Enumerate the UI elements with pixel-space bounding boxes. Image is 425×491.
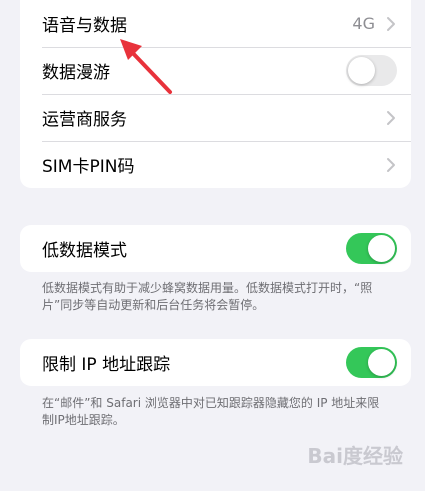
data-roaming-label: 数据漫游 <box>42 63 110 83</box>
red-arrow-annotation <box>120 39 172 94</box>
toggle-knob <box>368 235 395 262</box>
row-low-data-mode: 低数据模式 <box>20 225 411 272</box>
carrier-services-label: 运营商服务 <box>42 110 127 130</box>
data-roaming-toggle[interactable] <box>346 55 397 86</box>
sim-pin-label: SIM卡PIN码 <box>42 157 135 177</box>
row-voice-data[interactable]: 语音与数据 4G <box>20 0 411 47</box>
low-data-label: 低数据模式 <box>42 241 127 261</box>
row-limit-ip-tracking: 限制 IP 地址跟踪 <box>20 339 411 386</box>
low-data-toggle[interactable] <box>346 233 397 264</box>
voice-data-value: 4G <box>352 14 375 33</box>
chevron-right-icon <box>387 110 395 125</box>
low-data-group: 低数据模式 <box>20 225 411 272</box>
low-data-footnote: 低数据模式有助于减少蜂窝数据用量。低数据模式打开时，“照片”同步等自动更新和后台… <box>42 281 373 312</box>
ip-tracking-label: 限制 IP 地址跟踪 <box>42 355 171 375</box>
toggle-knob <box>368 349 395 376</box>
cellular-settings-group: 语音与数据 4G 数据漫游 运营商服务 SIM卡PIN码 <box>20 0 411 188</box>
ip-tracking-footnote: 在“邮件”和 Safari 浏览器中对已知跟踪器隐藏您的 IP 地址来限制IP地… <box>42 396 380 427</box>
row-data-roaming: 数据漫游 <box>20 47 411 94</box>
chevron-right-icon <box>387 157 395 172</box>
toggle-knob <box>348 57 375 84</box>
baidu-jingyan-watermark: Bai度经验 <box>307 444 403 468</box>
row-carrier-services[interactable]: 运营商服务 <box>20 94 411 141</box>
row-sim-pin[interactable]: SIM卡PIN码 <box>20 141 411 188</box>
voice-data-label: 语音与数据 <box>42 16 127 36</box>
chevron-right-icon <box>387 16 395 31</box>
ip-tracking-group: 限制 IP 地址跟踪 <box>20 339 411 386</box>
ip-tracking-toggle[interactable] <box>346 347 397 378</box>
